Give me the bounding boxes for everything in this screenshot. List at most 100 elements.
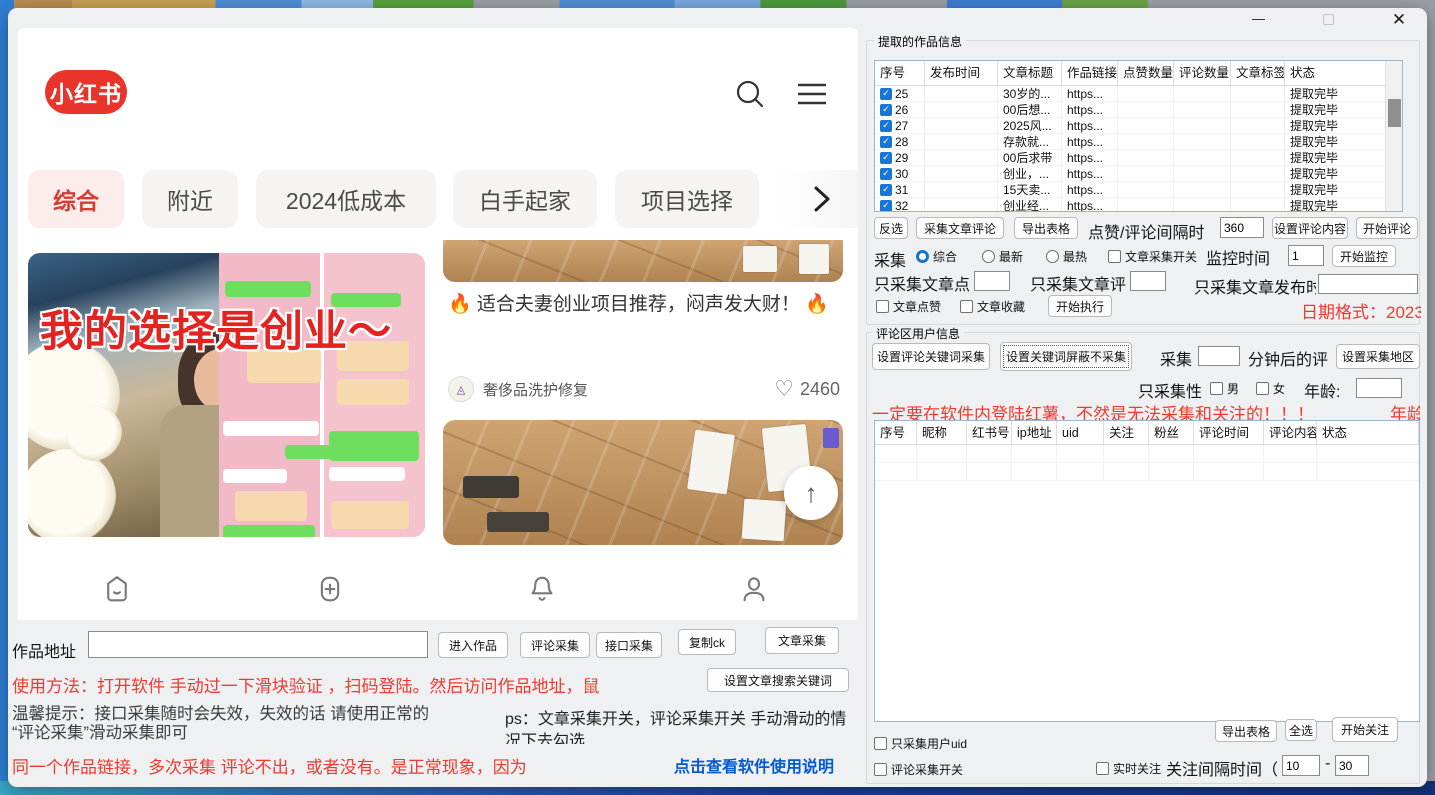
tab-zonghe[interactable]: 综合 bbox=[28, 170, 124, 228]
monitor-time-input[interactable] bbox=[1288, 245, 1324, 266]
interval-input[interactable] bbox=[1220, 217, 1264, 238]
collect-minutes-label: 采集 bbox=[1160, 346, 1192, 370]
table-row[interactable]: ✓29 00后求带https... 提取完毕 bbox=[875, 150, 1387, 166]
comment-collect-switch-checkbox[interactable]: 评论采集开关 bbox=[874, 761, 963, 778]
embedded-browser: 小红书 综合 附近 2024低成本 白手起家 项目选择 bbox=[18, 28, 858, 620]
notifications-icon[interactable] bbox=[527, 574, 557, 609]
tab-dichengben[interactable]: 2024低成本 bbox=[256, 170, 436, 228]
tip-line-2: “评论采集”滑动采集即可 bbox=[12, 719, 188, 743]
invert-selection-button[interactable]: 反选 bbox=[874, 217, 908, 239]
only-likes-input[interactable] bbox=[974, 271, 1010, 291]
home-icon[interactable] bbox=[102, 574, 132, 609]
tab-baishouqijia[interactable]: 白手起家 bbox=[453, 170, 597, 228]
close-button[interactable]: ✕ bbox=[1389, 10, 1409, 28]
scroll-to-top-button[interactable]: ↑ bbox=[784, 466, 838, 520]
row-checkbox[interactable]: ✓ bbox=[880, 168, 892, 180]
post-title[interactable]: 🔥 适合夫妻创业项目推荐，闷声发大财！ 🔥 bbox=[448, 290, 840, 319]
row-checkbox[interactable]: ✓ bbox=[880, 88, 892, 100]
female-checkbox[interactable]: 女 bbox=[1256, 380, 1285, 397]
api-collect-button[interactable]: 接口采集 bbox=[596, 632, 662, 658]
tab-xiangmuxuanze[interactable]: 项目选择 bbox=[615, 170, 759, 228]
users-table-header: 序号昵称 红书号ip地址 uid关注 粉丝评论时间 评论内容状态 bbox=[875, 421, 1419, 445]
bottom-nav bbox=[18, 558, 858, 620]
table-row[interactable]: ✓32 创业经...https... 提取完毕 bbox=[875, 198, 1387, 212]
row-checkbox[interactable]: ✓ bbox=[880, 184, 892, 196]
set-comment-content-button[interactable]: 设置评论内容 bbox=[1272, 217, 1348, 239]
article-fav-checkbox[interactable]: 文章收藏 bbox=[960, 298, 1025, 315]
article-collect-switch-checkbox[interactable]: 文章采集开关 bbox=[1108, 248, 1197, 265]
only-comments-input[interactable] bbox=[1130, 271, 1166, 291]
start-comment-button[interactable]: 开始评论 bbox=[1356, 217, 1418, 239]
interval-dash: - bbox=[1325, 755, 1330, 773]
maximize-button[interactable] bbox=[1318, 10, 1338, 28]
article-like-checkbox[interactable]: 文章点赞 bbox=[876, 298, 941, 315]
table-row[interactable]: ✓28 存款就...https... 提取完毕 bbox=[875, 134, 1387, 150]
address-input[interactable] bbox=[88, 631, 428, 658]
only-uid-checkbox[interactable]: 只采集用户uid bbox=[874, 735, 967, 752]
table-scrollbar[interactable] bbox=[1385, 61, 1402, 211]
help-link[interactable]: 点击查看软件使用说明 bbox=[674, 753, 834, 777]
profile-icon[interactable] bbox=[739, 574, 769, 609]
select-all-button[interactable]: 全选 bbox=[1285, 719, 1317, 741]
minimize-button[interactable] bbox=[1248, 10, 1268, 28]
only-publish-input[interactable] bbox=[1318, 274, 1418, 294]
collect-comments-button[interactable]: 采集文章评论 bbox=[916, 217, 1004, 239]
empty-row bbox=[875, 463, 1419, 481]
start-monitor-button[interactable]: 开始监控 bbox=[1332, 245, 1396, 267]
search-icon[interactable] bbox=[732, 76, 768, 117]
checkbox-icon bbox=[876, 300, 889, 313]
export-table-button[interactable]: 导出表格 bbox=[1014, 217, 1078, 239]
table-row[interactable]: ✓31 15天卖...https... 提取完毕 bbox=[875, 182, 1387, 198]
export-users-button[interactable]: 导出表格 bbox=[1215, 720, 1277, 742]
set-region-button[interactable]: 设置采集地区 bbox=[1336, 344, 1420, 369]
copy-ck-button[interactable]: 复制ck bbox=[678, 629, 736, 655]
address-label: 作品地址 bbox=[12, 638, 76, 662]
comment-collect-button[interactable]: 评论采集 bbox=[520, 632, 590, 658]
collect-minutes-input[interactable] bbox=[1198, 346, 1240, 366]
up-arrow-icon: ↑ bbox=[805, 478, 818, 509]
age-input[interactable] bbox=[1356, 378, 1402, 398]
repeat-collect-note: 同一个作品链接，多次采集 评论不出，或者没有。是正常现象，因为 bbox=[12, 753, 566, 778]
set-search-keywords-button[interactable]: 设置文章搜索关键词 bbox=[707, 668, 849, 692]
table-row[interactable]: ✓30 创业，...https... 提取完毕 bbox=[875, 166, 1387, 182]
only-publish-label: 只采集文章发布时 bbox=[1194, 274, 1316, 298]
menu-icon[interactable] bbox=[795, 80, 829, 113]
scrollbar-thumb[interactable] bbox=[1388, 99, 1401, 127]
post-card-image[interactable]: 我的选择是创业～ bbox=[28, 253, 425, 537]
close-icon: ✕ bbox=[1392, 11, 1406, 28]
follow-interval-max-input[interactable] bbox=[1335, 755, 1369, 776]
more-tabs-chevron[interactable] bbox=[777, 170, 858, 228]
age-label: 年龄: bbox=[1304, 378, 1340, 402]
author-name[interactable]: 奢侈品洗护修复 bbox=[483, 379, 588, 400]
author-avatar[interactable]: ◬ bbox=[448, 376, 474, 402]
usage-instructions: 使用方法：打开软件 手动过一下滑块验证 ，扫码登陆。然后访问作品地址，鼠 bbox=[12, 672, 660, 697]
realtime-follow-checkbox[interactable]: 实时关注 bbox=[1096, 760, 1161, 777]
article-collect-button[interactable]: 文章采集 bbox=[765, 627, 839, 654]
row-checkbox[interactable]: ✓ bbox=[880, 200, 892, 212]
row-checkbox[interactable]: ✓ bbox=[880, 152, 892, 164]
chevron-right-icon bbox=[811, 185, 833, 213]
like-counter[interactable]: ♡ 2460 bbox=[774, 376, 840, 402]
set-comment-keyword-button[interactable]: 设置评论关键词采集 bbox=[872, 343, 990, 370]
table-row[interactable]: ✓25 30岁的...https... 提取完毕 bbox=[875, 86, 1387, 102]
start-execute-button[interactable]: 开始执行 bbox=[1048, 295, 1112, 317]
publish-icon[interactable] bbox=[315, 574, 345, 609]
table-row[interactable]: ✓27 2025风...https... 提取完毕 bbox=[875, 118, 1387, 134]
row-checkbox[interactable]: ✓ bbox=[880, 104, 892, 116]
radio-zonghe[interactable]: 综合 bbox=[916, 248, 957, 265]
post-image-boxes[interactable] bbox=[443, 420, 843, 545]
follow-interval-min-input[interactable] bbox=[1282, 755, 1320, 776]
tab-fujin[interactable]: 附近 bbox=[142, 170, 238, 228]
enter-post-button[interactable]: 进入作品 bbox=[438, 632, 508, 658]
table-row[interactable]: ✓26 00后想...https... 提取完毕 bbox=[875, 102, 1387, 118]
gender-filter-label: 只采集性 bbox=[1138, 378, 1202, 402]
post-image-top[interactable] bbox=[443, 240, 843, 282]
start-follow-button[interactable]: 开始关注 bbox=[1332, 717, 1398, 742]
row-checkbox[interactable]: ✓ bbox=[880, 120, 892, 132]
radio-zuixin[interactable]: 最新 bbox=[982, 248, 1023, 265]
date-format-label: 日期格式：2023- bbox=[1301, 298, 1421, 323]
row-checkbox[interactable]: ✓ bbox=[880, 136, 892, 148]
male-checkbox[interactable]: 男 bbox=[1210, 380, 1239, 397]
set-keyword-block-button[interactable]: 设置关键词屏蔽不采集 bbox=[1000, 342, 1132, 371]
radio-zuire[interactable]: 最热 bbox=[1046, 248, 1087, 265]
